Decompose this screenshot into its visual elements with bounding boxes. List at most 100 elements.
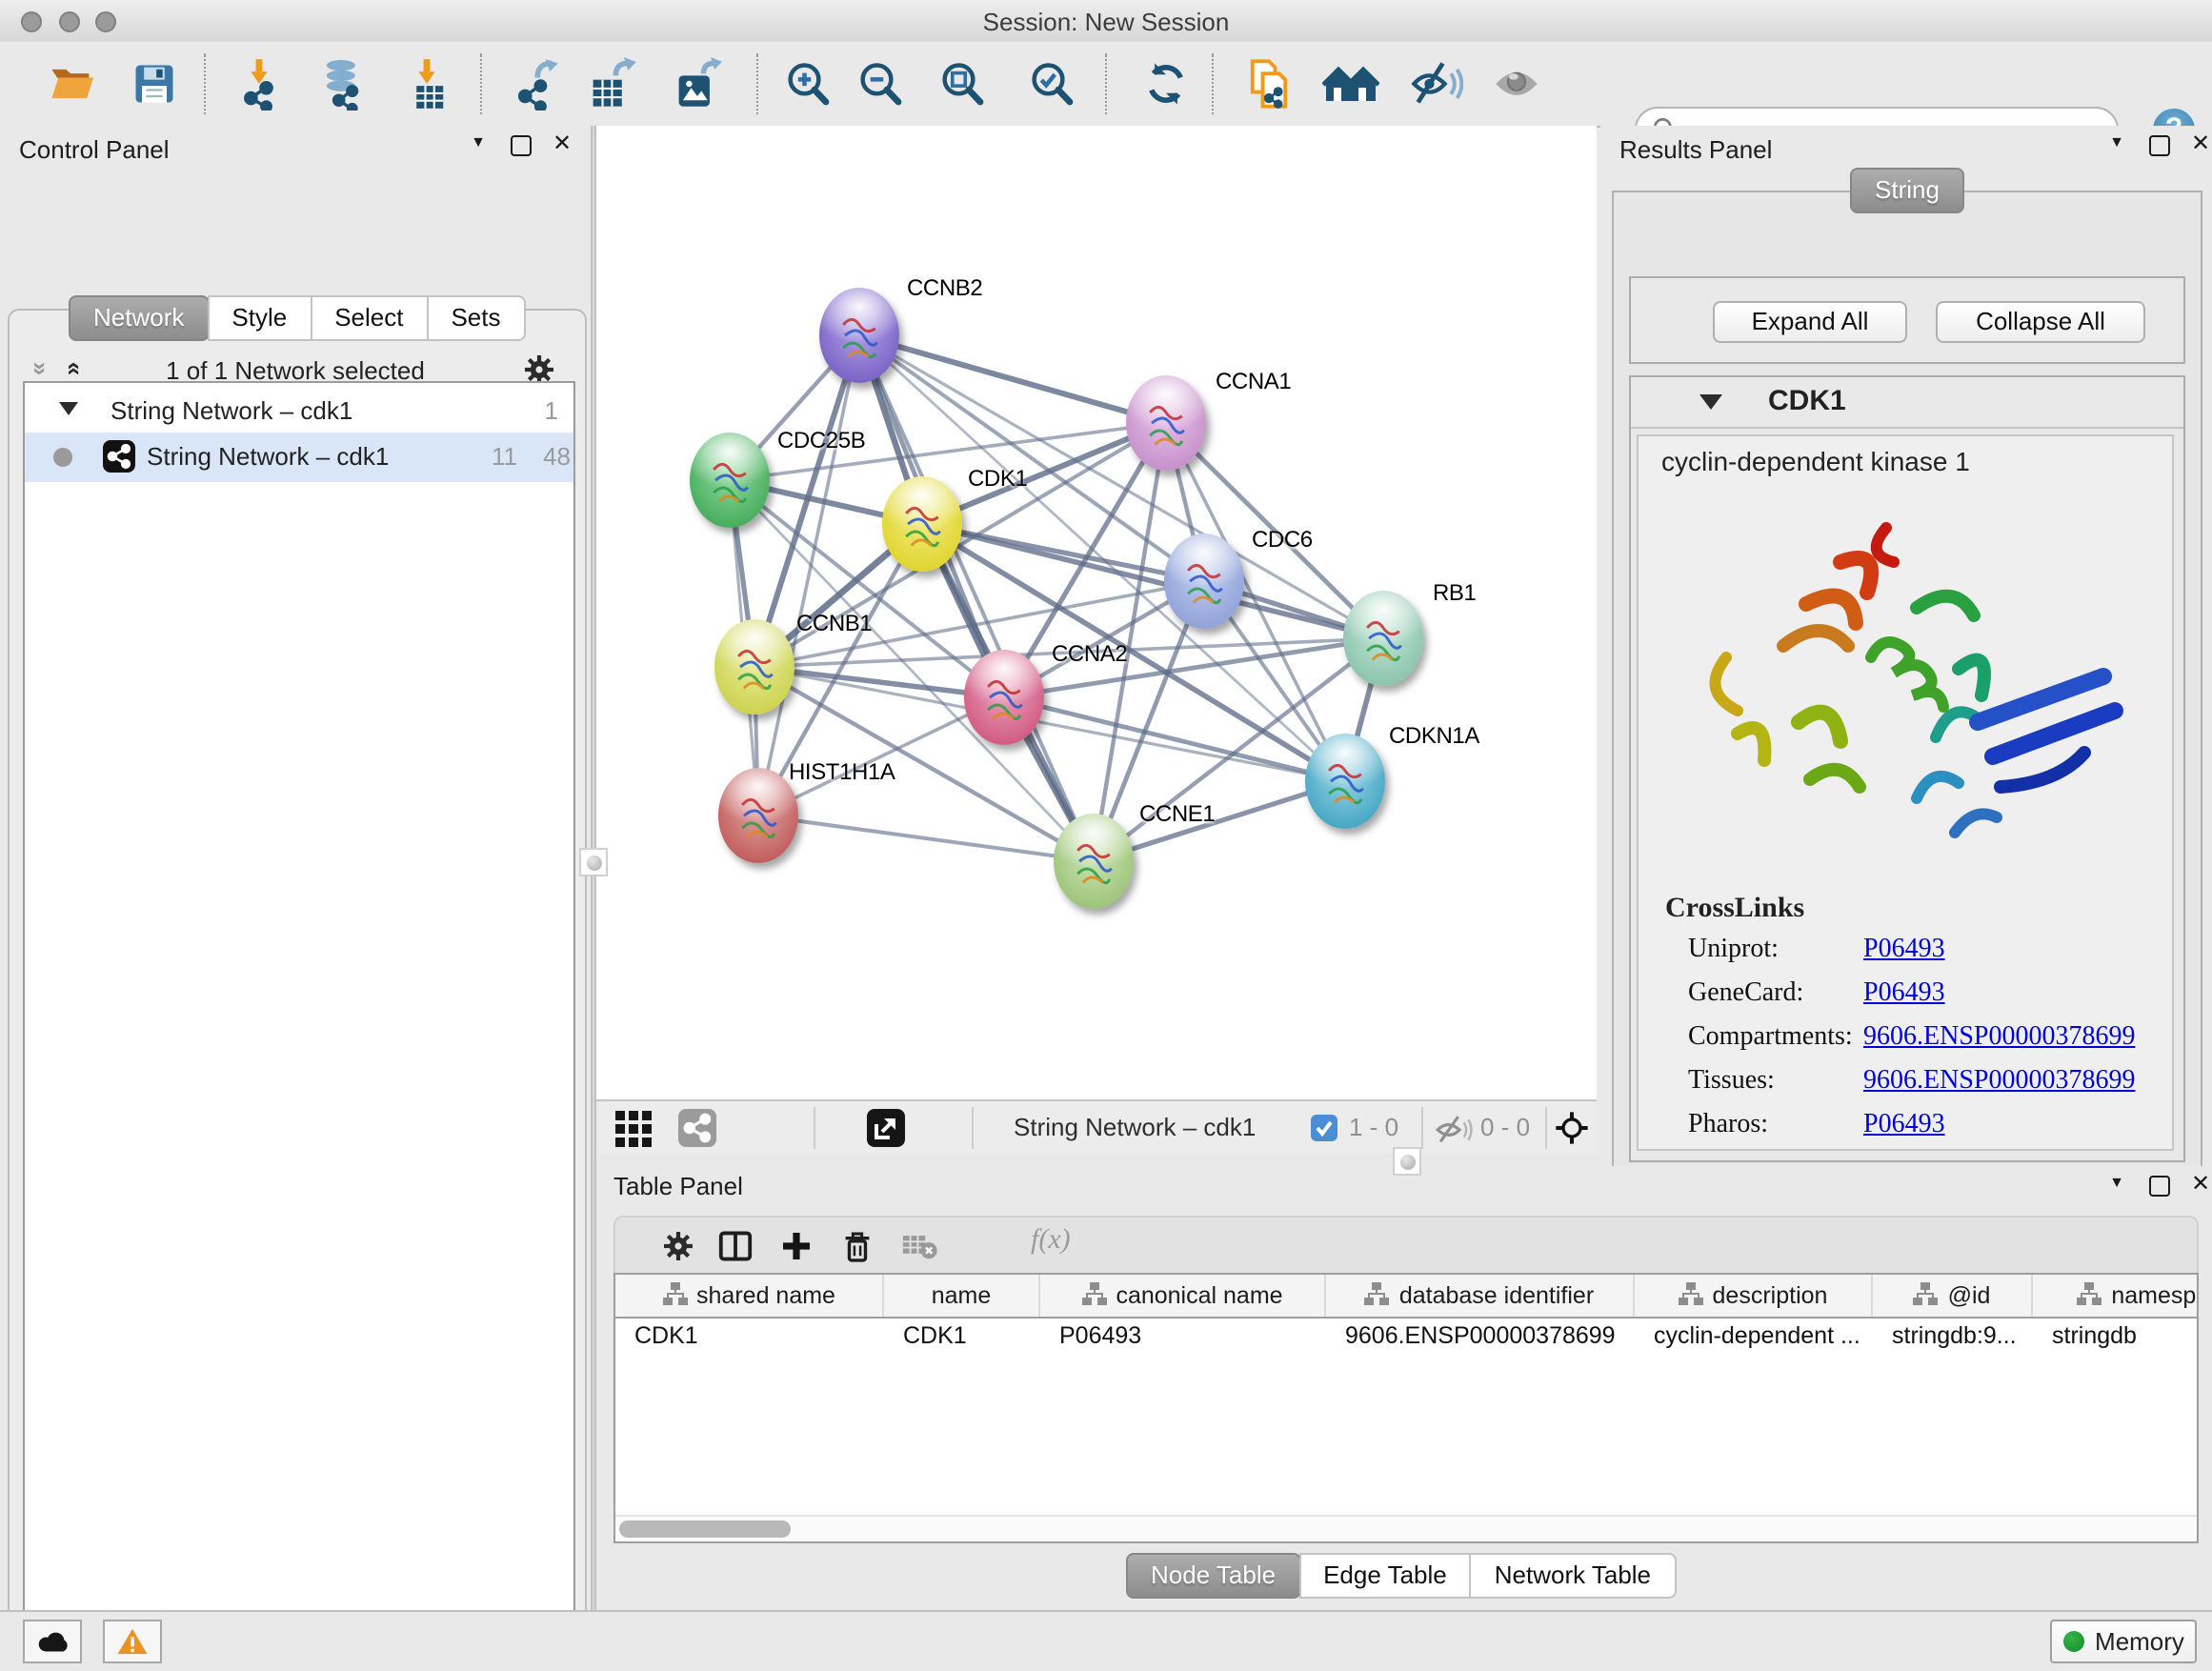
apply-style-refresh-button[interactable] (1137, 55, 1195, 112)
show-all-button[interactable] (1488, 55, 1545, 112)
network-node-cdk1[interactable] (882, 476, 962, 572)
open-in-window-icon[interactable] (867, 1109, 905, 1147)
crosslink-link[interactable]: P06493 (1863, 1111, 1945, 1141)
entry-expander-icon[interactable] (1699, 394, 1722, 410)
first-neighbors-button[interactable] (1322, 55, 1379, 112)
cloud-status-button[interactable] (23, 1620, 82, 1663)
tab-network[interactable]: Network (69, 295, 209, 341)
panel-float-icon[interactable] (2149, 1176, 2170, 1197)
column-header-name[interactable]: name (884, 1275, 1040, 1317)
column-header-database-identifier[interactable]: database identifier (1326, 1275, 1635, 1317)
crosshair-target-icon[interactable] (1553, 1109, 1591, 1147)
panel-collapse-icon[interactable] (2103, 1172, 2130, 1195)
crosslink-label: Compartments: (1688, 1023, 1853, 1054)
export-image-button[interactable] (669, 55, 726, 112)
network-node-rb1[interactable] (1343, 591, 1423, 686)
zoom-selected-button[interactable] (1023, 55, 1080, 112)
delete-column-button[interactable] (836, 1227, 878, 1265)
tab-style[interactable]: Style (207, 295, 312, 341)
create-column-button[interactable] (775, 1227, 817, 1265)
panel-close-icon[interactable] (2187, 131, 2212, 154)
scrollbar-thumb[interactable] (619, 1520, 791, 1538)
table-cell[interactable]: stringdb (2033, 1317, 2199, 1357)
export-table-button[interactable] (583, 55, 640, 112)
table-cell[interactable]: CDK1 (884, 1317, 1040, 1357)
panel-collapse-icon[interactable] (465, 131, 492, 154)
splitter-handle[interactable] (579, 848, 608, 876)
network-node-ccna1[interactable] (1126, 375, 1206, 471)
memory-label: Memory (2095, 1627, 2184, 1656)
tab-edge-table[interactable]: Edge Table (1298, 1553, 1472, 1599)
crosslink-link[interactable]: 9606.ENSP00000378699 (1863, 1023, 2135, 1054)
network-list-row-selected[interactable]: String Network – cdk1 11 48 (25, 433, 573, 482)
warnings-button[interactable] (103, 1620, 162, 1663)
network-share-icon[interactable] (678, 1109, 716, 1147)
network-node-cdc6[interactable] (1164, 534, 1244, 629)
column-header-shared-name[interactable]: shared name (615, 1275, 884, 1317)
clone-network-button[interactable] (1240, 55, 1297, 112)
network-node-ccnb2[interactable] (819, 288, 899, 383)
tab-network-table[interactable]: Network Table (1470, 1553, 1676, 1599)
crosslink-link[interactable]: P06493 (1863, 979, 1945, 1010)
export-network-button[interactable] (507, 55, 564, 112)
table-cell[interactable]: CDK1 (615, 1317, 884, 1357)
network-canvas[interactable]: CCNB2CCNA1CDC25BCDK1CDC6RB1CCNB1CCNA2CDK… (596, 126, 1597, 1099)
table-cell[interactable]: stringdb:9... (1873, 1317, 2033, 1357)
zoom-out-button[interactable] (852, 55, 909, 112)
network-node-hist1h1a[interactable] (718, 768, 798, 863)
network-node-cdc25b[interactable] (690, 433, 770, 528)
column-header-description[interactable]: description (1635, 1275, 1873, 1317)
save-session-button[interactable] (126, 55, 183, 112)
table-header-row: shared namenamecanonical namedatabase id… (615, 1275, 2199, 1319)
node-entry-header[interactable]: CDK1 (1631, 377, 2183, 429)
tab-node-table[interactable]: Node Table (1126, 1553, 1300, 1599)
hide-selected-button[interactable] (1408, 55, 1465, 112)
toolbar-separator (1212, 53, 1214, 114)
tab-sets[interactable]: Sets (426, 295, 525, 341)
network-edge[interactable] (758, 335, 859, 815)
collapse-all-button[interactable]: Collapse All (1936, 301, 2145, 343)
network-edge[interactable] (758, 815, 1094, 861)
toolbar-separator (972, 1107, 974, 1149)
tab-select[interactable]: Select (310, 295, 428, 341)
collection-expander-icon[interactable] (59, 402, 78, 415)
birds-eye-grid-icon[interactable] (615, 1111, 652, 1147)
node-label-ccne1: CCNE1 (1139, 800, 1215, 827)
panel-float-icon[interactable] (2149, 135, 2170, 156)
crosslink-label: Tissues: (1688, 1067, 1775, 1097)
show-columns-button[interactable] (714, 1227, 756, 1265)
table-row[interactable]: CDK1CDK1P064939606.ENSP00000378699cyclin… (615, 1317, 2199, 1357)
panel-close-icon[interactable] (549, 131, 575, 154)
clone-network-icon (1242, 57, 1296, 111)
panel-collapse-icon[interactable] (2103, 131, 2130, 154)
import-network-from-database-button[interactable] (314, 55, 372, 112)
import-table-button[interactable] (398, 55, 455, 112)
network-collection-row[interactable]: String Network – cdk1 1 (25, 391, 573, 436)
import-network-button[interactable] (231, 55, 288, 112)
column-header-namespace[interactable]: namespace (2033, 1275, 2199, 1317)
network-node-ccne1[interactable] (1054, 814, 1134, 909)
column-header-@id[interactable]: @id (1873, 1275, 2033, 1317)
network-node-cdkn1a[interactable] (1305, 734, 1385, 829)
table-cell[interactable]: 9606.ENSP00000378699 (1326, 1317, 1635, 1357)
open-session-button[interactable] (44, 55, 101, 112)
open-folder-icon (46, 59, 99, 109)
panel-float-icon[interactable] (511, 135, 532, 156)
table-cell[interactable]: cyclin-dependent ... (1635, 1317, 1873, 1357)
network-node-ccnb1[interactable] (714, 619, 794, 715)
network-node-ccna2[interactable] (964, 650, 1044, 745)
table-horizontal-scrollbar[interactable] (615, 1515, 2197, 1541)
table-options-button[interactable] (657, 1227, 699, 1265)
table-cell[interactable]: P06493 (1040, 1317, 1326, 1357)
tab-string[interactable]: String (1850, 168, 1964, 213)
selected-checkbox-icon[interactable] (1311, 1115, 1337, 1141)
zoom-in-button[interactable] (779, 55, 836, 112)
expand-all-button[interactable]: Expand All (1713, 301, 1907, 343)
splitter-handle[interactable] (1393, 1147, 1421, 1176)
zoom-fit-button[interactable] (934, 55, 991, 112)
crosslink-link[interactable]: 9606.ENSP00000378699 (1863, 1067, 2135, 1097)
panel-close-icon[interactable] (2187, 1172, 2212, 1195)
column-header-canonical-name[interactable]: canonical name (1040, 1275, 1326, 1317)
crosslink-link[interactable]: P06493 (1863, 936, 1945, 966)
memory-button[interactable]: Memory (2050, 1620, 2197, 1663)
